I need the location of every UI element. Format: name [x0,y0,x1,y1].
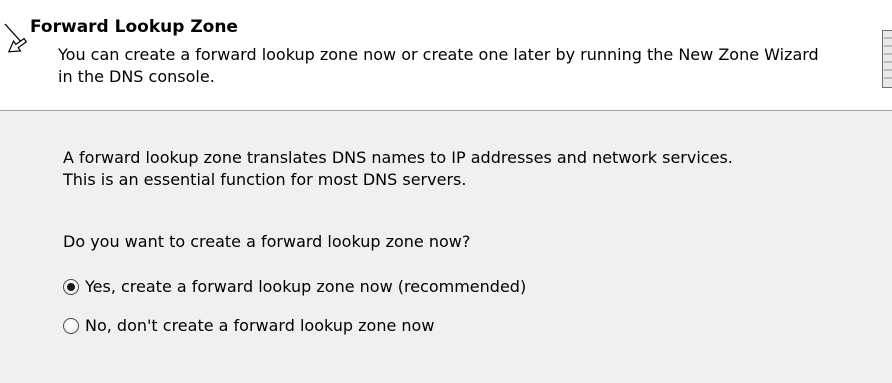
create-zone-question: Do you want to create a forward lookup z… [63,232,471,251]
page-title: Forward Lookup Zone [30,17,238,37]
wizard-graphic-icon [882,30,892,88]
radio-label-yes[interactable]: Yes, create a forward lookup zone now (r… [85,276,526,298]
radio-option-yes[interactable]: Yes, create a forward lookup zone now (r… [63,276,526,298]
radio-label-no[interactable]: No, don't create a forward lookup zone n… [85,315,434,337]
zone-description: A forward lookup zone translates DNS nam… [63,148,733,189]
radio-option-no[interactable]: No, don't create a forward lookup zone n… [63,315,434,337]
wizard-header: Forward Lookup Zone You can create a for… [0,0,892,111]
mouse-cursor-icon [4,23,28,53]
page-subtitle: You can create a forward lookup zone now… [58,45,819,86]
radio-selected-dot [67,283,75,291]
radio-button-yes[interactable] [63,279,79,295]
radio-button-no[interactable] [63,318,79,334]
